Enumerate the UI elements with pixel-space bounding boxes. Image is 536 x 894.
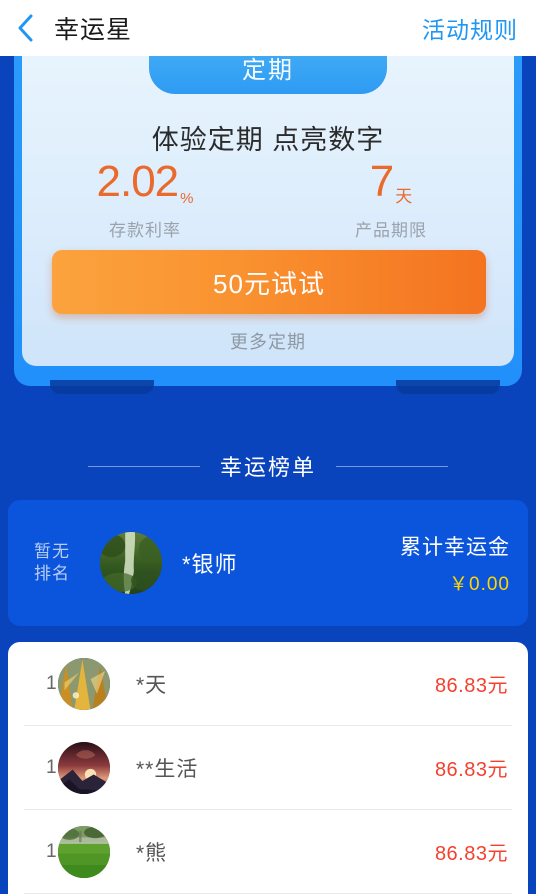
- table-row[interactable]: 1 *熊 86.83元: [24, 810, 512, 894]
- stat-interest-rate-value: 2.02%: [22, 157, 268, 207]
- table-row[interactable]: 1 *天 86.83元: [24, 642, 512, 726]
- navigation-bar: 幸运星 活动规则: [0, 0, 536, 56]
- my-rank-amount: ￥0.00: [449, 573, 510, 595]
- row-name: *天: [136, 673, 168, 697]
- more-fixed-deposit-link[interactable]: 更多定期: [0, 328, 536, 354]
- row-avatar: [58, 657, 110, 710]
- back-button[interactable]: [16, 8, 48, 48]
- row-avatar: [58, 825, 110, 878]
- page-title: 幸运星: [54, 16, 133, 44]
- row-rank: 1: [46, 756, 57, 778]
- stat-term-unit: 天: [395, 187, 413, 206]
- tab-fixed-deposit-label: 定期: [242, 57, 294, 84]
- stat-interest-rate-number: 2.02: [96, 157, 180, 206]
- my-rank-status: 暂无 排名: [34, 541, 92, 585]
- my-rank-caption: 累计幸运金: [400, 535, 510, 559]
- product-stats: 2.02% 存款利率 7天 产品期限: [22, 160, 514, 241]
- stat-term: 7天 产品期限: [268, 160, 514, 241]
- chevron-left-icon: [16, 12, 36, 44]
- stat-interest-rate: 2.02% 存款利率: [22, 160, 268, 241]
- tab-fixed-deposit[interactable]: 定期: [149, 56, 387, 94]
- promo-headline: 体验定期 点亮数字: [151, 125, 385, 155]
- heading-rule-right: [336, 465, 448, 467]
- row-name: **生活: [136, 757, 199, 781]
- leaderboard-list: 1 *天 86.83元 1 **生活 86.83元 1 *熊 86.83元: [8, 642, 528, 894]
- table-row[interactable]: 1 **生活 86.83元: [24, 726, 512, 810]
- my-rank-status-line1: 暂无: [34, 542, 70, 561]
- stat-interest-rate-unit: %: [180, 190, 194, 207]
- my-rank-card[interactable]: 暂无 排名 *银师 累计幸运金 ￥0.00: [8, 500, 528, 626]
- row-amount: 86.83元: [434, 675, 508, 697]
- leaderboard-heading-text: 幸运榜单: [219, 455, 316, 480]
- frame-shadow-left: [50, 380, 154, 394]
- row-name: *熊: [136, 841, 168, 865]
- my-rank-summary: 累计幸运金 ￥0.00: [400, 531, 510, 596]
- frame-shadow-right: [396, 380, 500, 394]
- my-avatar: [100, 532, 162, 594]
- activity-rules-link[interactable]: 活动规则: [422, 11, 518, 45]
- my-rank-status-line2: 排名: [34, 564, 70, 583]
- row-rank: 1: [46, 840, 57, 862]
- my-rank-name: *银师: [182, 552, 238, 577]
- stat-term-number: 7: [369, 157, 395, 206]
- row-amount: 86.83元: [434, 759, 508, 781]
- row-amount: 86.83元: [434, 843, 508, 865]
- try-50-yuan-button[interactable]: 50元试试: [52, 250, 486, 314]
- leaderboard-heading: 幸运榜单: [0, 450, 536, 482]
- stat-term-value: 7天: [268, 157, 514, 206]
- row-avatar: [58, 741, 110, 794]
- heading-rule-left: [87, 465, 200, 467]
- app-screen: 幸运星 活动规则 定期 体验定期 点亮数字 2.02% 存款利率 7天 产品期限…: [0, 0, 536, 894]
- row-rank: 1: [46, 672, 57, 694]
- stat-interest-rate-label: 存款利率: [109, 221, 181, 240]
- stat-term-label: 产品期限: [355, 221, 427, 240]
